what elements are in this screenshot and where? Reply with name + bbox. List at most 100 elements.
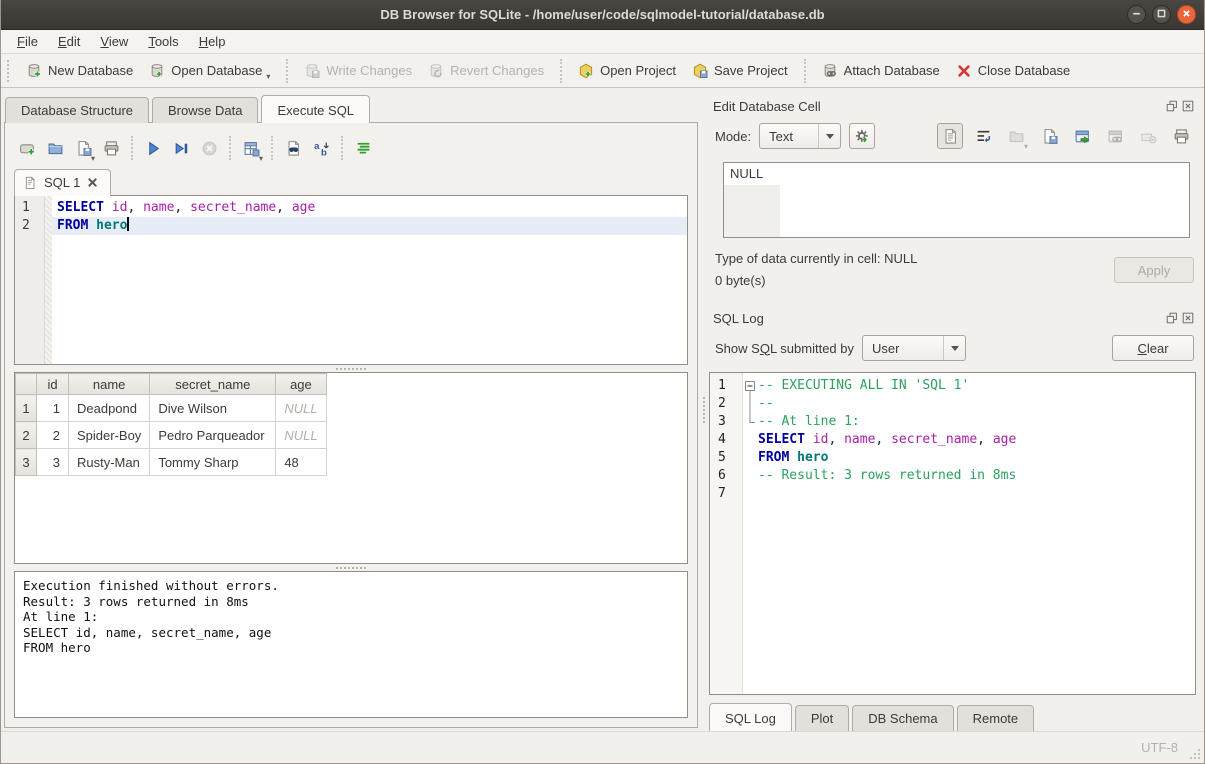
close-button[interactable] (1177, 5, 1196, 24)
table-row[interactable]: 33Rusty-ManTommy Sharp48 (16, 449, 327, 476)
format-sql-button[interactable] (350, 135, 376, 161)
table-cell[interactable]: Deadpond (69, 395, 150, 422)
log-line: 6 -- Result: 3 rows returned in 8ms (710, 467, 1195, 485)
execute-current-line-button[interactable] (168, 135, 194, 161)
edit-cell-dock: Edit Database Cell Mode: Text ▾ (709, 94, 1196, 292)
table-cell[interactable]: Dive Wilson (150, 395, 276, 422)
revert-changes-button[interactable]: Revert Changes (420, 58, 552, 84)
menu-file[interactable]: File (7, 31, 48, 52)
copy-link-button[interactable] (1102, 123, 1128, 149)
table-cell[interactable]: 48 (276, 449, 326, 476)
row-number[interactable]: 1 (16, 395, 37, 422)
table-cell[interactable]: NULL (276, 422, 326, 449)
editor-results-splitter[interactable] (14, 365, 688, 372)
open-database-button[interactable]: Open Database▾ (141, 58, 278, 84)
column-header-secret_name[interactable]: secret_name (150, 374, 276, 395)
menu-tools[interactable]: Tools (138, 31, 188, 52)
fold-marker-icon[interactable] (742, 377, 758, 395)
float-dock-icon[interactable] (1166, 100, 1178, 112)
write-changes-button[interactable]: Write Changes (296, 58, 420, 84)
table-cell[interactable]: 2 (37, 422, 69, 449)
print-sql-button[interactable] (98, 135, 124, 161)
close-tab-icon[interactable] (87, 177, 98, 188)
bottom-tab-remote[interactable]: Remote (957, 705, 1035, 731)
replace-text-button[interactable]: ab (308, 135, 334, 161)
close-database-button[interactable]: Close Database (948, 58, 1079, 84)
word-wrap-button[interactable] (970, 123, 996, 149)
menubar: FileEditViewToolsHelp (1, 30, 1204, 54)
table-cell[interactable]: NULL (276, 395, 326, 422)
close-dock-icon[interactable] (1182, 100, 1194, 112)
code-line[interactable]: FROM hero (52, 217, 687, 235)
sql-log-editor[interactable]: 1 -- EXECUTING ALL IN 'SQL 1' 2 -- 3 -- … (709, 372, 1196, 695)
sql-doc-tab[interactable]: SQL 1 (14, 169, 111, 196)
clear-log-button[interactable]: Clear (1112, 335, 1194, 361)
results-grid[interactable]: idnamesecret_nameage 11DeadpondDive Wils… (14, 372, 688, 564)
maximize-button[interactable] (1152, 5, 1171, 24)
log-filter-select[interactable]: User (862, 335, 966, 361)
menu-edit[interactable]: Edit (48, 31, 90, 52)
code-line[interactable]: SELECT id, name, secret_name, age (52, 199, 687, 217)
results-table[interactable]: idnamesecret_nameage 11DeadpondDive Wils… (15, 373, 327, 476)
table-row[interactable]: 22Spider-BoyPedro ParqueadorNULL (16, 422, 327, 449)
float-dock-icon[interactable] (1166, 312, 1178, 324)
apply-settings-button[interactable] (849, 123, 875, 149)
cell-value-editor[interactable]: NULL (723, 162, 1190, 238)
table-cell[interactable]: Rusty-Man (69, 449, 150, 476)
stop-execution-button[interactable] (196, 135, 222, 161)
close-dock-icon[interactable] (1182, 312, 1194, 324)
column-header-name[interactable]: name (69, 374, 150, 395)
mode-select[interactable]: Text (759, 123, 841, 149)
open-sql-file-button[interactable] (42, 135, 68, 161)
minimize-button[interactable] (1127, 5, 1146, 24)
sql-editor[interactable]: 12 SELECT id, name, secret_name, ageFROM… (14, 195, 688, 365)
save-cell-file-button[interactable] (1036, 123, 1062, 149)
table-cell[interactable]: Tommy Sharp (150, 449, 276, 476)
titlebar[interactable]: DB Browser for SQLite - /home/user/code/… (1, 0, 1204, 30)
tab-browse-data[interactable]: Browse Data (152, 97, 258, 123)
open-cell-file-button[interactable]: ▾ (1003, 123, 1029, 149)
chevron-down-icon[interactable]: ▾ (266, 72, 270, 81)
toolbar-grip[interactable] (7, 60, 12, 82)
save-project-button[interactable]: Save Project (684, 58, 796, 84)
chevron-down-icon[interactable]: ▾ (1024, 142, 1028, 151)
find-in-sql-button[interactable] (280, 135, 306, 161)
print-cell-button[interactable] (1168, 123, 1194, 149)
editor-code-area[interactable]: SELECT id, name, secret_name, ageFROM he… (52, 196, 687, 364)
text-mode-button[interactable] (937, 123, 963, 149)
new-sql-tab-button[interactable] (14, 135, 40, 161)
set-null-button[interactable] (1135, 123, 1161, 149)
bottom-tab-plot[interactable]: Plot (795, 705, 849, 731)
row-number-header[interactable] (16, 374, 37, 395)
execute-all-button[interactable] (140, 135, 166, 161)
table-cell[interactable]: Pedro Parqueador (150, 422, 276, 449)
menu-help[interactable]: Help (189, 31, 236, 52)
window-controls (1127, 5, 1196, 24)
table-cell[interactable]: 3 (37, 449, 69, 476)
column-header-age[interactable]: age (276, 374, 326, 395)
chevron-down-icon[interactable]: ▾ (259, 154, 263, 163)
new-database-button[interactable]: New Database (18, 58, 141, 84)
attach-database-button[interactable]: Attach Database (814, 58, 948, 84)
tab-database-structure[interactable]: Database Structure (5, 97, 149, 123)
apply-button[interactable]: Apply (1114, 257, 1194, 283)
table-cell[interactable]: Spider-Boy (69, 422, 150, 449)
column-header-id[interactable]: id (37, 374, 69, 395)
bottom-tab-db-schema[interactable]: DB Schema (852, 705, 953, 731)
open-project-button[interactable]: Open Project (570, 58, 684, 84)
menu-view[interactable]: View (90, 31, 138, 52)
table-row[interactable]: 11DeadpondDive WilsonNULL (16, 395, 327, 422)
table-cell[interactable]: 1 (37, 395, 69, 422)
resize-grip-icon[interactable] (1189, 748, 1201, 760)
tab-execute-sql[interactable]: Execute SQL (261, 95, 370, 123)
export-cell-button[interactable] (1069, 123, 1095, 149)
row-number[interactable]: 2 (16, 422, 37, 449)
save-sql-file-button[interactable]: ▾ (70, 135, 96, 161)
row-number[interactable]: 3 (16, 449, 37, 476)
bottom-tab-sql-log[interactable]: SQL Log (709, 703, 792, 731)
chevron-down-icon[interactable]: ▾ (91, 154, 95, 163)
results-message-splitter[interactable] (14, 564, 688, 571)
statusbar: UTF-8 (1, 731, 1204, 763)
export-results-button[interactable]: ▾ (238, 135, 264, 161)
sql-log-dock: SQL Log Show SQL submitted by User Clear… (709, 306, 1196, 695)
